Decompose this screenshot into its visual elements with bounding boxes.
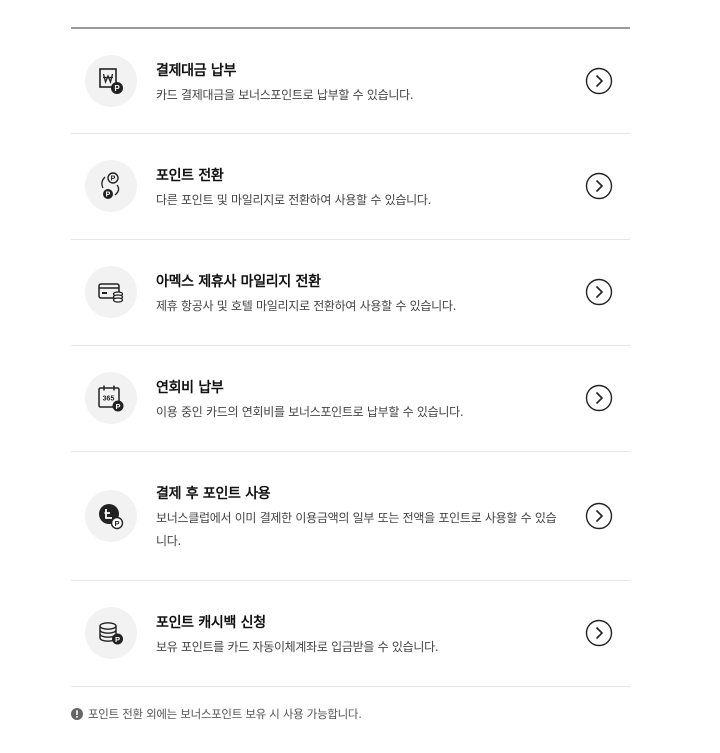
footnote-text: 포인트 전환 외에는 보너스포인트 보유 시 사용 가능합니다. bbox=[88, 707, 362, 721]
item-title: 포인트 전환 bbox=[156, 168, 224, 184]
footnote: 포인트 전환 외에는 보너스포인트 보유 시 사용 가능합니다. bbox=[71, 706, 362, 722]
svg-text:P: P bbox=[115, 402, 120, 411]
chevron-right-icon[interactable] bbox=[585, 384, 613, 412]
item-description: 보유 포인트를 카드 자동이체계좌로 입금받을 수 있습니다. bbox=[156, 640, 439, 654]
list-item-amex-mileage[interactable]: 아멕스 제휴사 마일리지 전환 제휴 항공사 및 호텔 마일리지로 전환하여 사… bbox=[71, 240, 630, 346]
list-item-cashback[interactable]: P 포인트 캐시백 신청 보유 포인트를 카드 자동이체계좌로 입금받을 수 있… bbox=[71, 581, 630, 687]
svg-text:P: P bbox=[111, 176, 116, 183]
chevron-right-icon[interactable] bbox=[585, 67, 613, 95]
svg-text:P: P bbox=[114, 519, 119, 528]
list-item-annual-fee[interactable]: 365 P 연회비 납부 이용 중인 카드의 연회비를 보너스포인트로 납부할 … bbox=[71, 346, 630, 452]
refund-point-icon: P bbox=[85, 490, 137, 542]
item-title: 연회비 납부 bbox=[156, 380, 224, 396]
svg-text:365: 365 bbox=[103, 396, 115, 403]
item-description: 보너스클럽에서 이미 결제한 이용금액의 일부 또는 전액을 포인트로 사용할 … bbox=[156, 511, 557, 548]
item-title: 포인트 캐시백 신청 bbox=[156, 615, 266, 631]
svg-text:P: P bbox=[114, 84, 120, 93]
item-description: 다른 포인트 및 마일리지로 전환하여 사용할 수 있습니다. bbox=[156, 193, 432, 207]
item-title: 결제 후 포인트 사용 bbox=[156, 486, 271, 502]
calendar-365-icon: 365 P bbox=[85, 372, 137, 424]
won-point-icon: P bbox=[85, 55, 137, 107]
list-item-post-payment-points[interactable]: P 결제 후 포인트 사용 보너스클럽에서 이미 결제한 이용금액의 일부 또는… bbox=[71, 452, 630, 581]
item-title: 아멕스 제휴사 마일리지 전환 bbox=[156, 274, 321, 290]
list-item-bill-payment[interactable]: P 결제대금 납부 카드 결제대금을 보너스포인트로 납부할 수 있습니다. bbox=[71, 29, 630, 134]
point-usage-list: P 결제대금 납부 카드 결제대금을 보너스포인트로 납부할 수 있습니다. P… bbox=[71, 29, 630, 687]
card-coins-icon bbox=[85, 266, 137, 318]
item-description: 카드 결제대금을 보너스포인트로 납부할 수 있습니다. bbox=[156, 88, 414, 102]
chevron-right-icon[interactable] bbox=[585, 502, 613, 530]
point-exchange-icon: P P bbox=[85, 160, 137, 212]
chevron-right-icon[interactable] bbox=[585, 172, 613, 200]
info-icon bbox=[71, 708, 83, 720]
coin-stack-icon: P bbox=[85, 607, 137, 659]
item-description: 이용 중인 카드의 연회비를 보너스포인트로 납부할 수 있습니다. bbox=[156, 405, 464, 419]
item-title: 결제대금 납부 bbox=[156, 63, 237, 79]
svg-text:P: P bbox=[115, 635, 120, 644]
item-description: 제휴 항공사 및 호텔 마일리지로 전환하여 사용할 수 있습니다. bbox=[156, 299, 457, 313]
list-item-point-exchange[interactable]: P P 포인트 전환 다른 포인트 및 마일리지로 전환하여 사용할 수 있습니… bbox=[71, 134, 630, 240]
chevron-right-icon[interactable] bbox=[585, 278, 613, 306]
svg-text:P: P bbox=[106, 192, 111, 199]
chevron-right-icon[interactable] bbox=[585, 619, 613, 647]
